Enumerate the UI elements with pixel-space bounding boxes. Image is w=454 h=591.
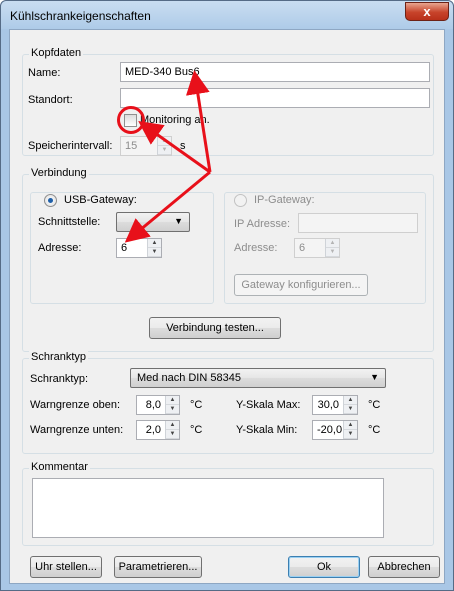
cancel-button[interactable]: Abbrechen	[368, 556, 440, 578]
title-bar[interactable]: Kühlschrankeigenschaften x	[1, 1, 453, 29]
spin-up-icon[interactable]: ▲	[344, 421, 357, 430]
standort-field[interactable]	[120, 88, 430, 108]
properties-window: Kühlschrankeigenschaften x Kopfdaten Nam…	[0, 0, 454, 591]
dropdown-arrow-icon: ▼	[370, 372, 379, 382]
speicherintervall-spinner[interactable]: ▲ ▼	[157, 137, 171, 155]
usb-adresse-spinner[interactable]: ▲ ▼	[147, 239, 161, 257]
ip-adresse-field[interactable]	[298, 213, 418, 233]
close-button[interactable]: x	[405, 2, 449, 21]
y-skala-max-label: Y-Skala Max:	[236, 399, 301, 411]
speicherintervall-label: Speicherintervall:	[28, 140, 113, 152]
dialog-client-area: Kopfdaten Name: MED-340 Bus6 Standort: M…	[9, 29, 445, 584]
warngrenze-oben-label: Warngrenze oben:	[30, 399, 121, 411]
spin-down-icon[interactable]: ▼	[158, 146, 171, 155]
parametrize-button[interactable]: Parametrieren...	[114, 556, 202, 578]
y-skala-min-unit: °C	[368, 424, 381, 436]
spin-up-icon[interactable]: ▲	[166, 396, 179, 405]
kommentar-textarea[interactable]	[32, 478, 384, 538]
warngrenze-unten-unit: °C	[190, 424, 203, 436]
ip-adresse-label: IP Adresse:	[234, 218, 291, 230]
usb-gateway-label: USB-Gateway:	[62, 194, 139, 206]
verbindung-group-label: Verbindung	[29, 167, 89, 179]
ip-gateway-label: IP-Gateway:	[252, 194, 317, 206]
warngrenze-unten-spinner[interactable]: ▲ ▼	[165, 421, 179, 439]
ip-gateway-radio[interactable]	[234, 194, 247, 207]
ip-port-spinner[interactable]: ▲ ▼	[325, 239, 339, 257]
ip-port-label: Adresse:	[234, 242, 278, 254]
gateway-configure-button[interactable]: Gateway konfigurieren...	[234, 274, 368, 296]
schnittstelle-label: Schnittstelle:	[38, 216, 101, 228]
standort-label: Standort:	[28, 94, 73, 106]
spin-up-icon[interactable]: ▲	[326, 239, 339, 248]
spin-down-icon[interactable]: ▼	[344, 430, 357, 439]
spin-down-icon[interactable]: ▼	[166, 430, 179, 439]
name-label: Name:	[28, 67, 61, 79]
warngrenze-oben-spinner[interactable]: ▲ ▼	[165, 396, 179, 414]
spin-up-icon[interactable]: ▲	[344, 396, 357, 405]
schranktyp-group-label: Schranktyp	[29, 351, 89, 363]
spin-up-icon[interactable]: ▲	[148, 239, 161, 248]
y-skala-max-spinner[interactable]: ▲ ▼	[343, 396, 357, 414]
schranktyp-dropdown[interactable]: Med nach DIN 58345 ▼	[130, 368, 386, 388]
kopfdaten-group-label: Kopfdaten	[29, 47, 84, 59]
y-skala-min-spinner[interactable]: ▲ ▼	[343, 421, 357, 439]
usb-adresse-label: Adresse:	[38, 242, 82, 254]
y-skala-min-label: Y-Skala Min:	[236, 424, 298, 436]
ok-button[interactable]: Ok	[288, 556, 360, 578]
spin-up-icon[interactable]: ▲	[158, 137, 171, 146]
usb-gateway-radio[interactable]	[44, 194, 57, 207]
y-skala-max-unit: °C	[368, 399, 381, 411]
schranktyp-label: Schranktyp:	[30, 373, 89, 385]
warngrenze-unten-label: Warngrenze unten:	[30, 424, 124, 436]
spin-down-icon[interactable]: ▼	[344, 405, 357, 414]
set-clock-button[interactable]: Uhr stellen...	[30, 556, 102, 578]
spin-down-icon[interactable]: ▼	[148, 248, 161, 257]
dropdown-arrow-icon: ▼	[174, 216, 183, 226]
window-title: Kühlschrankeigenschaften	[10, 9, 151, 23]
test-connection-button[interactable]: Verbindung testen...	[149, 317, 281, 339]
name-field[interactable]: MED-340 Bus6	[120, 62, 430, 82]
kommentar-group-label: Kommentar	[29, 461, 90, 473]
monitoring-label: Monitoring an.	[140, 114, 210, 126]
spin-down-icon[interactable]: ▼	[326, 248, 339, 257]
warngrenze-oben-unit: °C	[190, 399, 203, 411]
spin-down-icon[interactable]: ▼	[166, 405, 179, 414]
speicherintervall-unit: s	[180, 140, 186, 152]
annotation-circle	[117, 106, 145, 134]
spin-up-icon[interactable]: ▲	[166, 421, 179, 430]
schnittstelle-dropdown[interactable]: ▼	[116, 212, 190, 232]
